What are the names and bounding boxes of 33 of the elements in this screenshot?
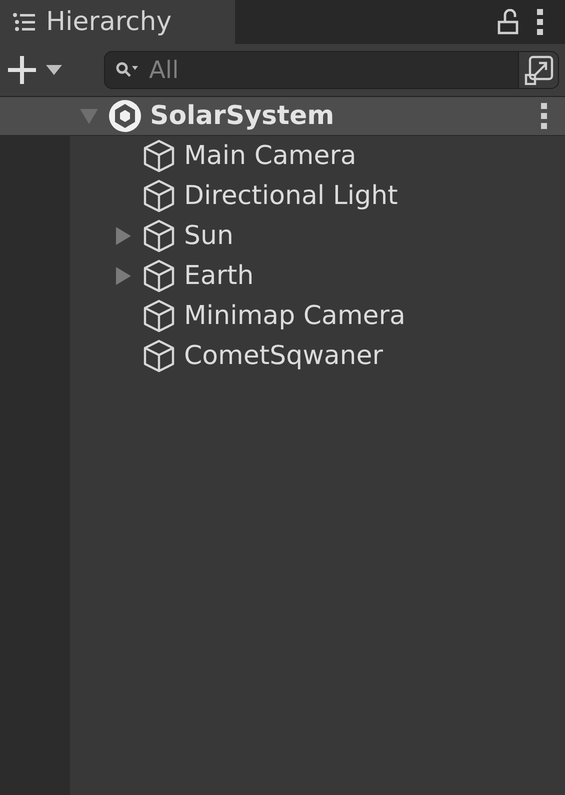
object-name: Directional Light [184,181,398,211]
list-icon [12,12,36,32]
hierarchy-item[interactable]: Main Camera [70,136,565,176]
hierarchy-tab[interactable]: Hierarchy [0,0,235,44]
caret-icon [46,65,62,75]
hierarchy-item[interactable]: Sun [70,216,565,256]
object-name: Sun [184,221,234,251]
more-options-icon[interactable] [537,9,543,35]
more-options-icon[interactable] [541,103,547,129]
hierarchy-item[interactable]: Earth [70,256,565,296]
cube-icon [142,259,176,293]
cube-icon [142,339,176,373]
cube-icon [142,299,176,333]
hierarchy-item[interactable]: Minimap Camera [70,296,565,336]
cube-icon [142,179,176,213]
search-icon [115,61,139,79]
collapsed-arrow-icon[interactable] [113,266,133,286]
object-name: Main Camera [184,141,356,171]
hierarchy-item[interactable]: Directional Light [70,176,565,216]
object-name: Earth [184,261,254,291]
lock-icon[interactable] [497,9,519,35]
scene-search-button[interactable] [518,52,558,88]
object-name: Minimap Camera [184,301,406,331]
cube-icon [142,219,176,253]
search-bar[interactable]: All [104,51,559,89]
external-window-icon [524,55,554,85]
hierarchy-item[interactable]: CometSqwaner [70,336,565,376]
scene-name: SolarSystem [150,101,336,131]
plus-icon [6,54,38,86]
collapsed-arrow-icon[interactable] [113,226,133,246]
scene-row[interactable]: SolarSystem [0,97,565,136]
object-name: CometSqwaner [184,341,383,371]
cube-icon [142,139,176,173]
